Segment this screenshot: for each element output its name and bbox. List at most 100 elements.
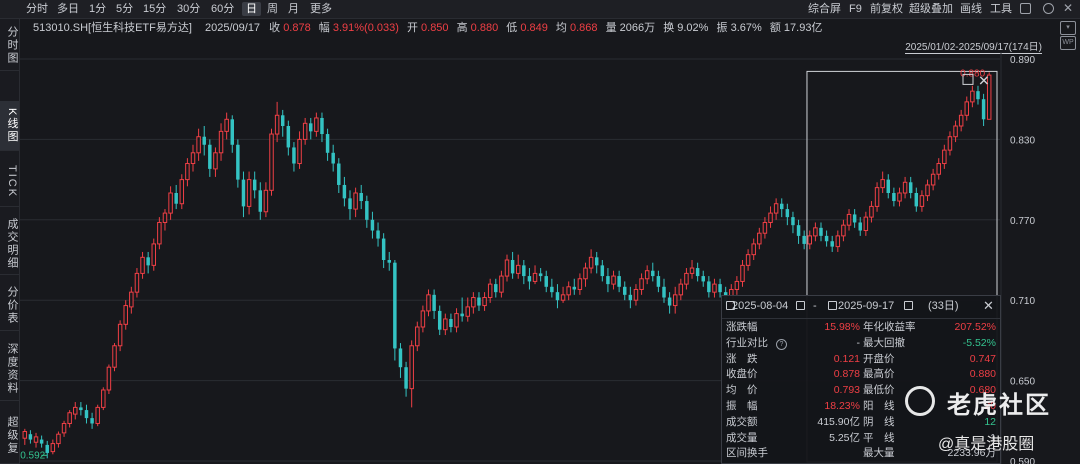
candle[interactable] — [117, 320, 123, 352]
close-icon[interactable]: ✕ — [1063, 1, 1073, 15]
candle[interactable] — [532, 265, 538, 285]
sidebar-tab-tick[interactable]: TICK — [0, 157, 19, 207]
tools-button[interactable]: 工具 — [990, 2, 1012, 16]
candle[interactable] — [432, 289, 436, 319]
candle[interactable] — [639, 273, 644, 295]
candle[interactable] — [112, 343, 117, 372]
candle[interactable] — [196, 128, 201, 161]
candle[interactable] — [208, 139, 212, 177]
candle[interactable] — [302, 117, 308, 145]
candle[interactable] — [588, 249, 594, 274]
candle[interactable] — [202, 126, 206, 156]
candle[interactable] — [140, 251, 145, 279]
candle[interactable] — [802, 230, 806, 250]
candle[interactable] — [454, 308, 459, 333]
candle[interactable] — [460, 297, 464, 322]
candle[interactable] — [846, 209, 852, 231]
candle[interactable] — [651, 262, 655, 282]
candle[interactable] — [667, 292, 672, 314]
candle[interactable] — [981, 93, 986, 126]
sidebar-tab-kline[interactable]: K线图 — [0, 101, 19, 151]
candle[interactable] — [745, 249, 751, 271]
candle[interactable] — [56, 431, 61, 448]
candle[interactable] — [39, 435, 44, 448]
candle[interactable] — [90, 412, 94, 429]
candle[interactable] — [623, 281, 627, 301]
sidebar-tab-super-adjust[interactable]: 超级复 — [0, 407, 19, 464]
candle[interactable] — [348, 190, 352, 220]
candle[interactable] — [263, 182, 269, 218]
candle[interactable] — [179, 174, 185, 210]
candle[interactable] — [734, 276, 740, 295]
candle[interactable] — [695, 262, 700, 282]
candle[interactable] — [947, 131, 953, 156]
candle[interactable] — [33, 432, 39, 448]
candle[interactable] — [953, 120, 958, 143]
candle[interactable] — [494, 278, 498, 298]
candle[interactable] — [958, 109, 964, 132]
layout-icon[interactable] — [1020, 3, 1031, 14]
candle[interactable] — [504, 254, 510, 282]
candle[interactable] — [297, 131, 302, 169]
candle[interactable] — [560, 286, 566, 303]
sidebar-tab-price-table[interactable]: 分价表 — [0, 281, 19, 331]
candle[interactable] — [572, 278, 577, 295]
candle[interactable] — [515, 254, 521, 279]
candle[interactable] — [757, 227, 762, 250]
candle[interactable] — [134, 268, 140, 298]
candle[interactable] — [611, 270, 616, 290]
period-tab-30min[interactable]: 30分 — [173, 2, 204, 16]
selection-close-icon[interactable]: ✕ — [978, 72, 990, 88]
help-icon[interactable]: ? — [776, 338, 787, 350]
candle[interactable] — [824, 230, 829, 247]
candle[interactable] — [236, 139, 240, 188]
candle[interactable] — [443, 313, 448, 336]
candle[interactable] — [577, 273, 583, 295]
candle[interactable] — [314, 112, 319, 137]
candle[interactable] — [566, 281, 571, 301]
candle[interactable] — [376, 222, 380, 247]
candle[interactable] — [381, 233, 386, 269]
candle[interactable] — [482, 292, 487, 311]
candle[interactable] — [252, 171, 257, 199]
candle[interactable] — [404, 361, 408, 397]
candle[interactable] — [684, 268, 689, 290]
candle[interactable] — [342, 176, 347, 207]
candle[interactable] — [274, 101, 280, 143]
candle[interactable] — [185, 158, 190, 187]
f9-button[interactable]: F9 — [849, 2, 862, 16]
candle[interactable] — [286, 120, 291, 156]
candle[interactable] — [398, 343, 403, 378]
period-tab-fenshi[interactable]: 分时 — [22, 2, 52, 16]
candle[interactable] — [976, 85, 980, 105]
candle[interactable] — [168, 186, 173, 220]
candle[interactable] — [964, 96, 970, 121]
super-overlay-button[interactable]: 超级叠加 — [909, 2, 953, 16]
candle[interactable] — [224, 112, 229, 140]
candle[interactable] — [902, 176, 908, 199]
candle[interactable] — [50, 439, 56, 455]
candle[interactable] — [544, 270, 548, 293]
candle[interactable] — [309, 117, 313, 140]
candle[interactable] — [365, 195, 369, 228]
candle[interactable] — [874, 182, 880, 212]
period-tab-1min[interactable]: 1分 — [85, 2, 110, 16]
period-tab-month[interactable]: 月 — [284, 2, 303, 16]
candle[interactable] — [583, 262, 588, 287]
candle[interactable] — [908, 176, 913, 199]
candle[interactable] — [707, 276, 711, 298]
candle[interactable] — [606, 268, 610, 293]
candle[interactable] — [190, 144, 196, 172]
start-calendar-icon[interactable] — [796, 301, 805, 310]
candle[interactable] — [919, 190, 925, 212]
candle[interactable] — [359, 184, 363, 210]
candle[interactable] — [813, 222, 818, 242]
forward-adjust-button[interactable]: 前复权 — [870, 2, 903, 16]
candle[interactable] — [437, 305, 442, 336]
candle[interactable] — [79, 402, 83, 416]
candle[interactable] — [880, 171, 885, 193]
candle[interactable] — [465, 297, 470, 322]
expand-icon[interactable]: ▾ — [1060, 21, 1076, 35]
candle[interactable] — [393, 260, 397, 361]
candle[interactable] — [28, 430, 33, 444]
